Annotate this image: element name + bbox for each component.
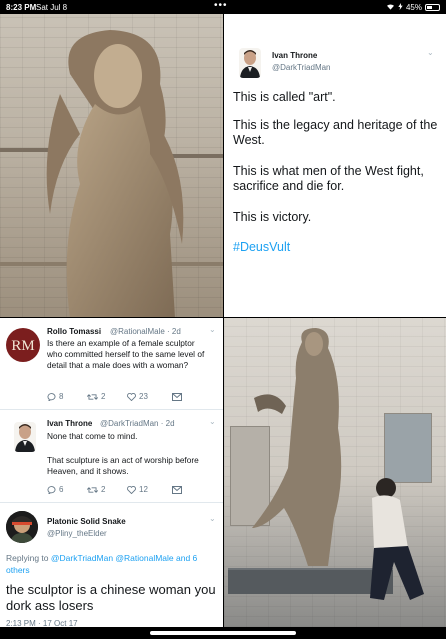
reply-text: Is there an example of a female sculptor… — [47, 338, 205, 370]
author-handle[interactable]: @DarkTriadMan — [272, 63, 331, 72]
author-name[interactable]: Ivan Throne — [272, 51, 317, 60]
direct-message-button[interactable] — [172, 392, 182, 401]
author-name[interactable]: Rollo Tomassi — [47, 327, 101, 336]
wifi-icon — [386, 3, 395, 12]
avatar[interactable] — [239, 48, 261, 78]
reply-button[interactable]: 6 — [47, 485, 87, 494]
author-handle[interactable]: @Pliny_theElder — [47, 529, 107, 538]
tweet-line-4: This is victory. — [233, 210, 312, 224]
author-handle-time[interactable]: @DarkTriadMan · 2d — [100, 419, 175, 428]
home-indicator[interactable] — [150, 631, 296, 635]
divider — [0, 502, 224, 503]
avatar-initials: RM — [11, 338, 34, 354]
heart-icon — [127, 392, 136, 401]
replying-links[interactable]: @DarkTriadMan @RationalMale — [51, 553, 174, 563]
reply-text: That sculpture is an act of worship befo… — [47, 455, 199, 476]
author-name[interactable]: Ivan Throne — [47, 419, 92, 428]
timestamp: 2:13 PM · 17 Oct 17 — [6, 619, 78, 627]
statue-figure-top — [46, 30, 184, 318]
chevron-down-icon[interactable]: ⌄ — [209, 417, 216, 426]
tweet-line-1: This is called "art". — [233, 90, 336, 104]
reply-count: 8 — [59, 392, 64, 401]
retweet-icon — [87, 393, 98, 400]
retweet-button[interactable]: 2 — [87, 392, 127, 401]
statue-photo-top — [0, 14, 224, 318]
status-bar: 8:23 PM Sat Jul 8 ••• 45% — [0, 0, 446, 14]
retweet-icon — [87, 486, 98, 493]
battery-percent: 45% — [405, 3, 422, 12]
divider — [0, 409, 224, 410]
home-bar — [0, 627, 446, 639]
direct-message-button[interactable] — [172, 485, 182, 494]
multitasking-dots[interactable]: ••• — [214, 0, 228, 11]
avatar[interactable] — [14, 422, 36, 452]
reply-text-large: the sculptor is a chinese woman you dork… — [6, 582, 216, 613]
tweet-line-2: This is the legacy and heritage of the W… — [233, 118, 438, 147]
action-bar: 8 2 23 — [47, 392, 207, 401]
reply-button[interactable]: 8 — [47, 392, 87, 401]
tweet-line-3: This is what men of the West fight, sacr… — [233, 164, 424, 193]
envelope-icon — [172, 485, 182, 494]
chevron-down-icon[interactable]: ⌄ — [427, 48, 434, 57]
replying-to: Replying to @DarkTriadMan @RationalMale … — [6, 552, 220, 576]
replying-prefix: Replying to — [6, 553, 51, 563]
avatar[interactable] — [6, 511, 38, 543]
retweet-count: 2 — [101, 392, 106, 401]
heart-icon — [127, 485, 136, 494]
reply-thread: RM Rollo Tomassi @RationalMale · 2d ⌄ Is… — [0, 318, 224, 627]
avatar[interactable]: RM — [6, 328, 40, 362]
chevron-down-icon[interactable]: ⌄ — [209, 325, 216, 334]
envelope-icon — [172, 392, 182, 401]
retweet-count: 2 — [101, 485, 106, 494]
like-button[interactable]: 12 — [127, 485, 172, 494]
like-count: 12 — [139, 485, 148, 494]
charging-icon — [398, 3, 403, 12]
chevron-down-icon[interactable]: ⌄ — [209, 514, 216, 523]
sculptor-studio-photo — [224, 318, 446, 627]
collage-divider-vertical — [223, 14, 224, 627]
reply-icon — [47, 392, 56, 401]
statue-figure-studio — [252, 328, 424, 600]
collage-divider-horizontal — [0, 317, 446, 318]
retweet-button[interactable]: 2 — [87, 485, 127, 494]
reply-text: None that come to mind. — [47, 431, 138, 441]
reply-count: 6 — [59, 485, 64, 494]
status-date: Sat Jul 8 — [36, 3, 68, 12]
hashtag-link[interactable]: #DeusVult — [233, 240, 290, 255]
author-handle-time[interactable]: @RationalMale · 2d — [110, 327, 181, 336]
status-right: 45% — [386, 3, 440, 12]
action-bar: 6 2 12 — [47, 485, 207, 494]
like-count: 23 — [139, 392, 148, 401]
author-name[interactable]: Platonic Solid Snake — [47, 517, 126, 526]
status-time: 8:23 PM — [6, 3, 37, 12]
battery-icon — [425, 4, 440, 11]
tweet-main[interactable]: Ivan Throne @DarkTriadMan ⌄ This is call… — [224, 14, 446, 318]
like-button[interactable]: 23 — [127, 392, 172, 401]
reply-icon — [47, 485, 56, 494]
